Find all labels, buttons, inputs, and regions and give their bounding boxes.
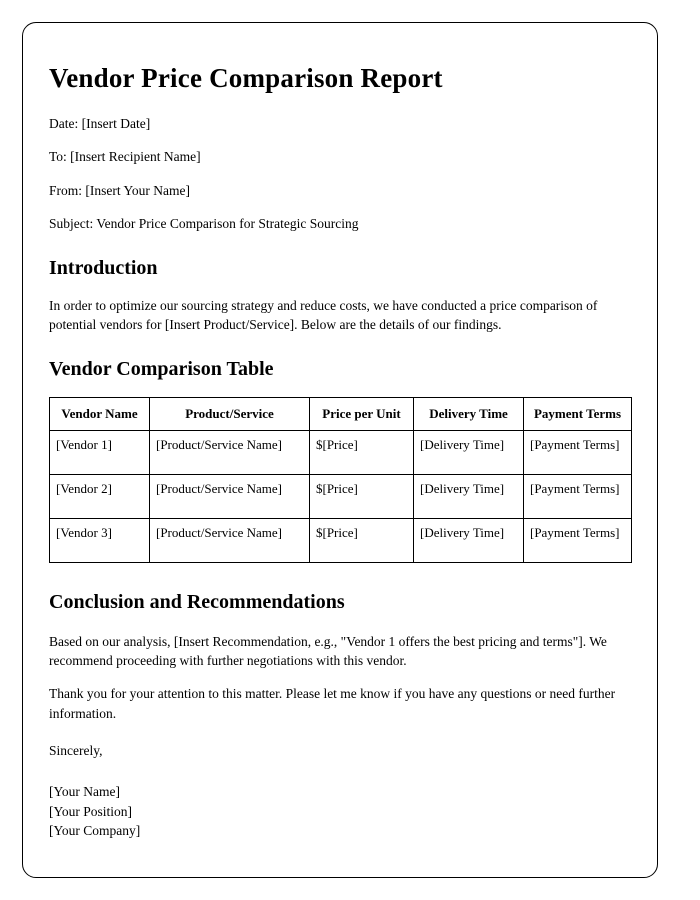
cell-payment-terms: [Payment Terms] — [523, 430, 632, 476]
conclusion-paragraph-1: Based on our analysis, [Insert Recommend… — [49, 634, 607, 669]
signature-block: Sincerely, [Your Name] [Your Position] [… — [49, 741, 631, 841]
vendor-comparison-table: Vendor Name Product/Service Price per Un… — [49, 397, 632, 564]
page-title: Vendor Price Comparison Report — [49, 63, 443, 93]
cell-delivery-time: [Delivery Time] — [413, 430, 524, 476]
table-row: [Vendor 3] [Product/Service Name] $[Pric… — [49, 518, 632, 564]
cell-payment-terms: [Payment Terms] — [523, 518, 632, 564]
cell-delivery-time: [Delivery Time] — [413, 518, 524, 564]
cell-product-service: [Product/Service Name] — [149, 474, 310, 520]
column-header-payment-terms: Payment Terms — [523, 397, 632, 432]
cell-product-service: [Product/Service Name] — [149, 518, 310, 564]
cell-vendor-name: [Vendor 3] — [49, 518, 150, 564]
signature-position: [Your Position] — [49, 803, 133, 819]
cell-vendor-name: [Vendor 1] — [49, 430, 150, 476]
conclusion-heading: Conclusion and Recommendations — [49, 591, 345, 614]
document-body: Vendor Price Comparison Report Date: [In… — [49, 45, 632, 841]
table-row: [Vendor 2] [Product/Service Name] $[Pric… — [49, 474, 632, 520]
table-header-row: Vendor Name Product/Service Price per Un… — [49, 397, 632, 432]
column-header-vendor-name: Vendor Name — [49, 397, 150, 432]
signature-company: [Your Company] — [49, 823, 141, 839]
meta-date: Date: [Insert Date] — [49, 116, 151, 131]
vendor-table-heading: Vendor Comparison Table — [49, 358, 274, 381]
cell-price-per-unit: $[Price] — [309, 518, 414, 564]
meta-from: From: [Insert Your Name] — [49, 182, 190, 198]
document-page: Vendor Price Comparison Report Date: [In… — [22, 22, 658, 878]
cell-vendor-name: [Vendor 2] — [49, 474, 150, 520]
signature-name: [Your Name] — [49, 784, 120, 800]
cell-product-service: [Product/Service Name] — [149, 430, 310, 476]
signature-sincerely: Sincerely, — [49, 742, 103, 758]
table-row: [Vendor 1] [Product/Service Name] $[Pric… — [49, 430, 632, 476]
cell-payment-terms: [Payment Terms] — [523, 474, 632, 520]
column-header-delivery-time: Delivery Time — [413, 397, 524, 432]
cell-delivery-time: [Delivery Time] — [413, 474, 524, 520]
conclusion-paragraph-2: Thank you for your attention to this mat… — [49, 686, 616, 721]
introduction-paragraph: In order to optimize our sourcing strate… — [49, 298, 598, 333]
meta-to: To: [Insert Recipient Name] — [49, 149, 201, 165]
column-header-price-per-unit: Price per Unit — [309, 397, 414, 432]
cell-price-per-unit: $[Price] — [309, 430, 414, 476]
introduction-heading: Introduction — [49, 257, 158, 279]
cell-price-per-unit: $[Price] — [309, 474, 414, 520]
meta-subject: Subject: Vendor Price Comparison for Str… — [49, 216, 359, 232]
column-header-product-service: Product/Service — [149, 397, 310, 432]
